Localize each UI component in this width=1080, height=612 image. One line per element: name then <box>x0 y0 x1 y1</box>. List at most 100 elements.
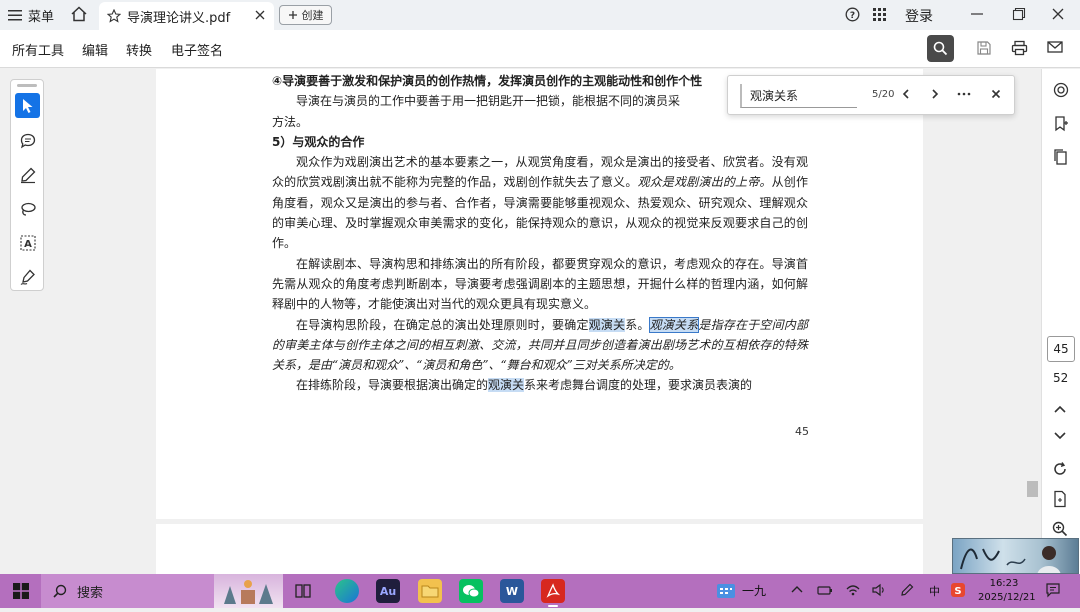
search-label: 搜索 <box>77 585 104 601</box>
sogou-icon[interactable]: S <box>950 582 966 598</box>
close-icon[interactable] <box>990 88 1002 100</box>
menu-button[interactable]: 菜单 <box>8 5 54 25</box>
ime-indicator[interactable]: 中 <box>929 583 940 599</box>
paragraph-text: 在排练阶段，导演要根据演出确定的 <box>296 378 489 393</box>
menu-label: 菜单 <box>28 9 55 25</box>
find-bar: 5/20 <box>727 75 1015 115</box>
weather-label: 一九 <box>742 584 767 598</box>
bookmark-icon[interactable] <box>1052 115 1070 133</box>
comment-tool[interactable] <box>15 128 40 153</box>
search-highlight-current: 观演关系 <box>648 316 700 333</box>
pdf-page-next[interactable] <box>156 524 923 574</box>
tab-title: 导演理论讲义.pdf <box>127 10 231 26</box>
cursor-arrow-icon <box>21 98 35 114</box>
volume-icon[interactable] <box>871 583 887 597</box>
create-label: 创建 <box>301 9 324 22</box>
edge-icon[interactable] <box>335 579 359 603</box>
search-button[interactable] <box>927 35 954 62</box>
comment-icon <box>19 132 37 150</box>
wechat-icon[interactable] <box>459 579 483 603</box>
search-icon <box>53 584 67 598</box>
search-icon <box>933 41 948 56</box>
paragraph-audience: 观众作为戏剧演出艺术的基本要素之一，从观赏角度看，观众是演出的接受者、欣赏者。没… <box>272 152 808 253</box>
save-icon[interactable] <box>976 40 992 56</box>
annotation-toolbar: A <box>10 79 44 291</box>
pdf-page[interactable]: ④导演要善于激发和保护演员的创作热情，发挥演员创作的主观能动性和创作个性 导演在… <box>156 69 923 519</box>
battery-cloud-icon[interactable] <box>817 583 833 597</box>
paragraph-quote: 观众是戏剧演出的上帝。 <box>637 175 772 190</box>
paragraph-text: 系来考虑舞台调度的处理，要求演员表演的 <box>524 378 753 393</box>
paragraph-stages: 在解读剧本、导演构思和排练演出的所有阶段，都要贯穿观众的意识，考虑观众的存在。导… <box>272 256 808 312</box>
chevron-up-icon[interactable] <box>790 583 804 597</box>
current-page-field[interactable]: 45 <box>1047 336 1075 362</box>
apps-grid-icon[interactable] <box>873 8 886 21</box>
page-up-icon[interactable] <box>1052 402 1068 416</box>
clock[interactable]: 16:23 2025/12/21 <box>978 577 1036 605</box>
page-down-icon[interactable] <box>1052 429 1068 443</box>
print-icon[interactable] <box>1011 40 1028 56</box>
close-tab-icon[interactable] <box>254 9 266 21</box>
mail-icon[interactable] <box>1047 40 1063 54</box>
minimize-icon[interactable] <box>970 7 984 21</box>
convert-menu[interactable]: 转换 <box>126 40 152 59</box>
windows-start-icon[interactable] <box>13 583 29 599</box>
paragraph-text: 系。 <box>625 317 650 332</box>
edit-menu[interactable]: 编辑 <box>82 40 108 59</box>
star-icon[interactable] <box>107 9 121 23</box>
chevron-right-icon[interactable] <box>929 87 941 101</box>
restore-icon[interactable] <box>1012 7 1026 21</box>
ai-assistant-icon[interactable] <box>1052 81 1070 99</box>
clock-time: 16:23 <box>989 578 1019 589</box>
acrobat-icon[interactable] <box>541 579 565 607</box>
esign-menu[interactable]: 电子签名 <box>171 40 223 59</box>
right-rail: 45 52 <box>1041 69 1080 574</box>
search-highlight: 观演关 <box>588 317 626 332</box>
highlight-tool[interactable] <box>15 162 40 187</box>
help-icon[interactable]: ? <box>845 7 860 22</box>
text-tool[interactable]: A <box>15 230 40 255</box>
toolbar-grip[interactable] <box>17 84 37 87</box>
window-close-icon[interactable] <box>1051 7 1065 21</box>
svg-text:S: S <box>954 586 961 597</box>
page-fit-icon[interactable] <box>1052 490 1068 508</box>
paragraph-relation: 在导演构思阶段，在确定总的演出处理原则时，要确定观演关系。观演关系是指存在于空间… <box>272 315 808 376</box>
scroll-thumb[interactable] <box>1027 481 1038 497</box>
pages-icon[interactable] <box>1052 148 1070 166</box>
refresh-icon[interactable] <box>1052 461 1068 477</box>
page-number: 45 <box>795 425 809 438</box>
main-toolbar: 所有工具 编辑 转换 电子签名 <box>0 30 1080 68</box>
notification-icon[interactable] <box>1045 582 1061 598</box>
text-box-icon: A <box>19 234 37 252</box>
sign-tool[interactable] <box>15 264 40 289</box>
find-result-count: 5/20 <box>872 89 895 100</box>
tab-document[interactable]: 导演理论讲义.pdf <box>99 2 274 30</box>
plus-icon <box>288 10 298 20</box>
network-icon[interactable] <box>845 583 861 597</box>
lasso-icon <box>19 200 37 218</box>
create-button[interactable]: 创建 <box>279 5 332 25</box>
workspace: A ④导演要善于激发和保护演员的创作热情，发挥演员创作的主观能动性和创作个性 导… <box>0 69 1080 574</box>
vertical-scrollbar[interactable] <box>1025 69 1040 574</box>
task-view-icon[interactable] <box>295 583 311 599</box>
clock-date: 2025/12/21 <box>978 592 1036 603</box>
all-tools-menu[interactable]: 所有工具 <box>12 40 64 59</box>
find-input[interactable] <box>740 84 857 108</box>
audition-icon[interactable]: Au <box>376 579 400 603</box>
pen-tray-icon[interactable] <box>900 583 914 597</box>
select-tool[interactable] <box>15 93 40 118</box>
paragraph-rehearsal: 在排练阶段，导演要根据演出确定的观演关系来考虑舞台调度的处理，要求演员表演的 <box>272 375 808 395</box>
paragraph-text: 在导演构思阶段，在确定总的演出处理原则时，要确定 <box>296 317 589 332</box>
home-icon[interactable] <box>70 5 88 23</box>
file-explorer-icon[interactable] <box>418 579 442 603</box>
pen-icon <box>19 166 37 184</box>
chevron-left-icon[interactable] <box>900 87 912 101</box>
login-button[interactable]: 登录 <box>905 6 933 26</box>
zoom-in-icon[interactable] <box>1052 521 1068 537</box>
hamburger-icon <box>8 9 22 21</box>
video-overlay-thumbnail[interactable] <box>952 538 1079 574</box>
draw-tool[interactable] <box>15 196 40 221</box>
weather-widget[interactable]: 一九 <box>716 582 766 599</box>
taskbar-search[interactable]: 搜索 <box>41 574 214 608</box>
more-options-icon[interactable] <box>956 87 972 101</box>
word-icon[interactable]: W <box>500 579 524 603</box>
